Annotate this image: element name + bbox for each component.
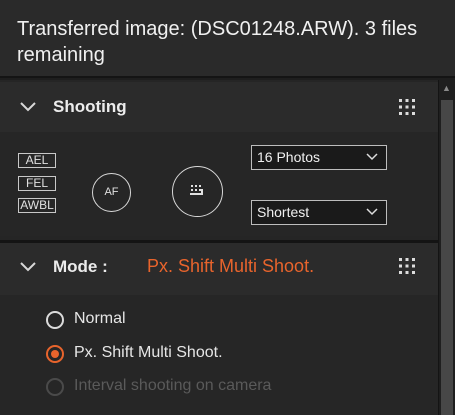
shutter-release-icon (190, 185, 203, 195)
fel-button[interactable]: FEL (18, 176, 56, 191)
scrollbar-thumb[interactable] (441, 100, 453, 415)
radio-normal[interactable] (46, 311, 64, 329)
chevron-down-icon[interactable] (19, 98, 37, 116)
mode-title: Mode : (53, 257, 108, 276)
af-button[interactable]: AF (92, 173, 131, 212)
radio-interval (46, 378, 64, 396)
interval-select[interactable]: Shortest (251, 200, 387, 225)
radio-px-shift[interactable] (46, 345, 64, 363)
chevron-down-icon[interactable] (19, 258, 37, 276)
chevron-down-icon (366, 208, 378, 216)
grid-dots-icon[interactable] (398, 257, 416, 275)
ael-button[interactable]: AEL (18, 153, 56, 168)
shutter-release-button[interactable] (172, 166, 223, 217)
interval-value: Shortest (257, 204, 310, 220)
shooting-title: Shooting (53, 97, 127, 116)
radio-label-interval: Interval shooting on camera (74, 377, 272, 394)
awbl-button[interactable]: AWBL (18, 198, 56, 213)
photos-count-select[interactable]: 16 Photos (251, 145, 387, 170)
transfer-status-text: Transferred image: (DSC01248.ARW). 3 fil… (17, 18, 418, 66)
radio-label-normal[interactable]: Normal (74, 310, 126, 328)
photos-count-value: 16 Photos (257, 149, 321, 165)
mode-current-value: Px. Shift Multi Shoot. (147, 256, 315, 276)
chevron-down-icon (366, 153, 378, 161)
scroll-up-arrow-icon[interactable]: ▲ (438, 80, 455, 96)
radio-label-px-shift[interactable]: Px. Shift Multi Shoot. (74, 344, 223, 362)
grid-dots-icon[interactable] (398, 98, 416, 116)
